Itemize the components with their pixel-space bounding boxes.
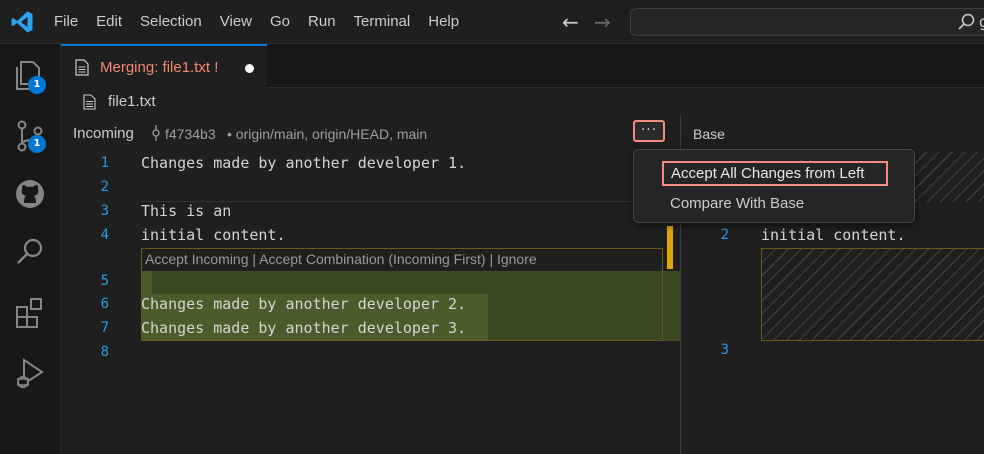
more-actions-button[interactable]: ···	[633, 120, 665, 142]
commit-refs: • origin/main, origin/HEAD, main	[227, 126, 428, 142]
compare-with-base-menu-item[interactable]: Compare With Base	[670, 195, 804, 212]
code-line: 4 initial content.	[61, 224, 680, 247]
code-text: This is an	[141, 202, 232, 220]
incoming-title: Incoming	[73, 125, 134, 142]
more-actions-menu: Accept All Changes from Left Compare Wit…	[633, 149, 915, 223]
forward-arrow-icon[interactable]: →	[594, 10, 611, 34]
command-center-search[interactable]: g	[630, 8, 984, 36]
code-line: 2	[61, 176, 680, 199]
github-icon[interactable]	[12, 176, 48, 212]
code-line: 1 Changes made by another developer 1.	[61, 152, 680, 175]
file-icon	[83, 94, 96, 110]
code-text: initial content.	[761, 226, 906, 244]
vscode-logo-icon	[11, 11, 33, 33]
code-text: initial content.	[141, 226, 286, 244]
menu-go[interactable]: Go	[261, 0, 299, 44]
line-number: 4	[100, 227, 109, 243]
file-icon	[75, 59, 89, 76]
unsaved-dot-icon[interactable]	[245, 64, 254, 73]
line-number: 5	[100, 273, 109, 289]
base-pane-header: Base	[681, 116, 984, 150]
line-number: 3	[100, 203, 109, 219]
line-number: 2	[100, 179, 109, 195]
editor-tabs: Merging: file1.txt !	[61, 44, 984, 88]
search-view-icon[interactable]	[12, 234, 48, 270]
menu-selection[interactable]: Selection	[131, 0, 211, 44]
deleted-region	[761, 248, 984, 341]
title-bar: File Edit Selection View Go Run Terminal…	[0, 0, 984, 44]
run-debug-icon[interactable]	[12, 356, 48, 392]
code-text: Changes made by another developer 2.	[141, 295, 467, 313]
incoming-editor[interactable]: Accept Incoming | Accept Combination (In…	[61, 150, 680, 454]
extensions-icon[interactable]	[12, 295, 48, 331]
search-icon	[958, 13, 975, 30]
code-line: 7 Changes made by another developer 3.	[61, 317, 680, 340]
incoming-pane-header: Incoming f4734b3 • origin/main, origin/H…	[61, 116, 680, 150]
menu-run[interactable]: Run	[299, 0, 345, 44]
activity-bar: 1 1	[0, 44, 61, 454]
line-number: 8	[100, 344, 109, 360]
line-number: 6	[100, 296, 109, 312]
git-commit-icon	[152, 125, 160, 141]
code-text: Changes made by another developer 3.	[141, 319, 467, 337]
menu-help[interactable]: Help	[419, 0, 468, 44]
menu-view[interactable]: View	[211, 0, 261, 44]
line-number: 3	[720, 342, 729, 358]
source-control-badge: 1	[28, 135, 46, 153]
menu-edit[interactable]: Edit	[87, 0, 131, 44]
back-arrow-icon[interactable]: ←	[562, 10, 579, 34]
breadcrumb-file[interactable]: file1.txt	[108, 93, 156, 110]
line-number: 7	[100, 320, 109, 336]
tab-merging-file1[interactable]: Merging: file1.txt !	[61, 44, 267, 88]
menu-terminal[interactable]: Terminal	[345, 0, 420, 44]
code-line: 8	[61, 341, 680, 364]
code-line: 5	[61, 270, 680, 293]
tab-label: Merging: file1.txt !	[100, 59, 219, 76]
menu-bar: File Edit Selection View Go Run Terminal…	[45, 0, 468, 44]
code-text: Changes made by another developer 1.	[141, 154, 467, 172]
code-line: 3 This is an	[61, 200, 680, 223]
code-line: 6 Changes made by another developer 2.	[61, 293, 680, 316]
command-center-text: g	[979, 13, 984, 31]
line-number: 2	[720, 227, 729, 243]
breadcrumb: file1.txt	[61, 88, 984, 116]
line-number: 1	[100, 155, 109, 171]
code-line: 3	[681, 339, 984, 362]
code-line: 2 initial content.	[681, 224, 984, 247]
base-title: Base	[693, 126, 725, 142]
commit-hash: f4734b3	[165, 126, 216, 142]
accept-all-left-menu-item[interactable]: Accept All Changes from Left	[662, 161, 888, 186]
explorer-badge: 1	[28, 76, 46, 94]
conflict-codelens[interactable]: Accept Incoming | Accept Combination (In…	[145, 250, 537, 268]
menu-file[interactable]: File	[45, 0, 87, 44]
